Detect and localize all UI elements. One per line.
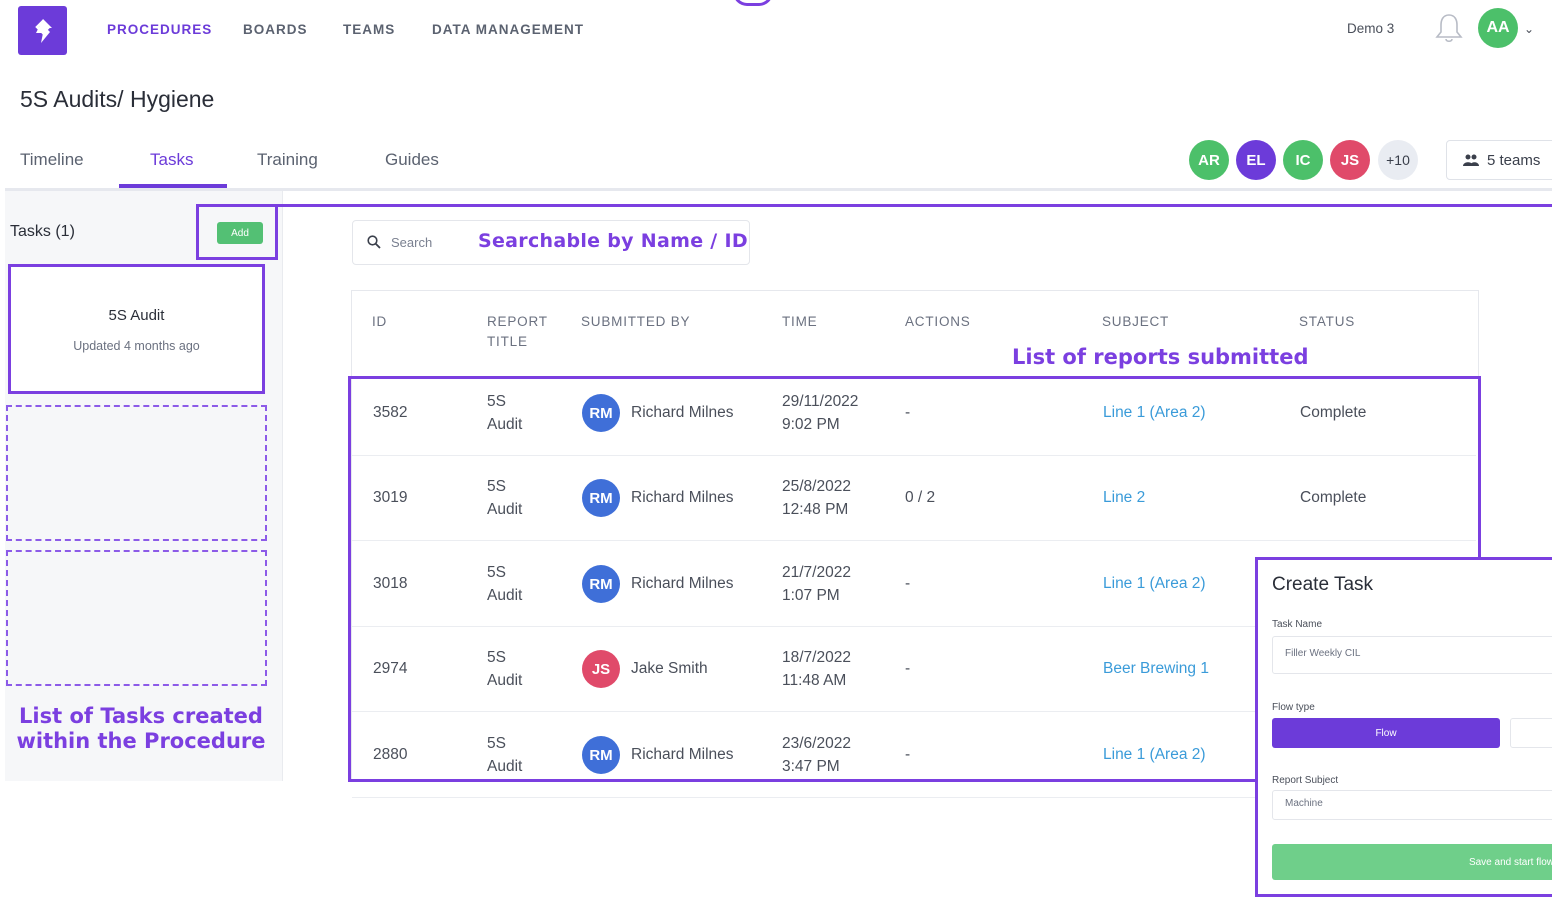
annotation-search: Searchable by Name / ID [478,230,748,252]
column-header-report-title-line2: TITLE [487,334,528,349]
column-header-report-title[interactable]: REPORT TITLE [487,312,548,352]
create-task-panel: Create Task Task Name Filler Weekly CIL … [1255,557,1552,897]
people-icon [1463,154,1479,166]
flow-type-option[interactable]: Flow [1272,718,1500,748]
task-card-updated: Updated 4 months ago [73,339,200,353]
nav-teams[interactable]: TEAMS [343,22,395,37]
top-navbar: PROCEDURES BOARDS TEAMS DATA MANAGEMENT … [0,0,1552,62]
member-avatar[interactable]: JS [1330,140,1370,180]
annotation-highlight [277,204,1552,212]
member-avatar[interactable]: EL [1236,140,1276,180]
column-header-time[interactable]: TIME [782,312,817,332]
chevron-down-icon[interactable]: ⌄ [1524,22,1534,36]
flow-type-label: Flow type [1272,702,1315,713]
bell-icon[interactable] [1434,12,1464,49]
nav-data-management[interactable]: DATA MANAGEMENT [432,22,584,37]
task-name-label: Task Name [1272,619,1323,630]
member-avatar[interactable]: IC [1283,140,1323,180]
teams-label: 5 teams [1487,151,1541,169]
logo-icon[interactable] [18,6,67,55]
search-placeholder: Search [391,235,433,250]
tab-timeline[interactable]: Timeline [20,150,84,170]
user-avatar[interactable]: AA [1478,8,1518,48]
tasks-count: Tasks (1) [10,223,75,240]
task-name-field[interactable]: Filler Weekly CIL [1272,636,1552,674]
member-avatar[interactable]: AR [1189,140,1229,180]
members-more-badge[interactable]: +10 [1378,140,1418,180]
column-header-id[interactable]: ID [372,312,387,332]
annotation-tasks-line2: within the Procedure [16,729,266,753]
task-placeholder [6,550,267,686]
column-header-submitted-by[interactable]: SUBMITTED BY [581,312,690,332]
annotation-tasks: List of Tasks created within the Procedu… [0,704,282,754]
report-subject-label: Report Subject [1272,775,1339,786]
create-task-title: Create Task [1272,574,1374,595]
column-header-actions[interactable]: ACTIONS [905,312,971,332]
tab-tasks[interactable]: Tasks [150,150,193,170]
annotation-tasks-line1: List of Tasks created [19,704,263,728]
column-header-report-title-line1: REPORT [487,314,548,329]
nav-boards[interactable]: BOARDS [243,22,308,37]
teams-button[interactable]: 5 teams [1446,140,1552,180]
add-task-button[interactable]: Add [217,222,263,244]
annotation-reports: List of reports submitted [1012,345,1309,369]
report-subject-field[interactable]: Machine [1272,790,1552,820]
tab-guides[interactable]: Guides [385,150,439,170]
nav-procedures[interactable]: PROCEDURES [107,22,212,37]
task-card[interactable]: 5S Audit Updated 4 months ago [8,264,265,394]
task-card-name: 5S Audit [108,307,165,324]
save-and-start-button[interactable]: Save and start flow [1272,844,1552,880]
flow-type-option-alt[interactable] [1510,718,1552,748]
page-title: 5S Audits/ Hygiene [20,86,215,112]
workspace-name[interactable]: Demo 3 [1347,21,1394,36]
task-placeholder [6,405,267,541]
column-header-subject[interactable]: SUBJECT [1102,312,1169,332]
tab-training[interactable]: Training [257,150,318,170]
annotation-mark [733,0,773,6]
search-icon [367,235,381,249]
column-header-status[interactable]: STATUS [1299,312,1355,332]
